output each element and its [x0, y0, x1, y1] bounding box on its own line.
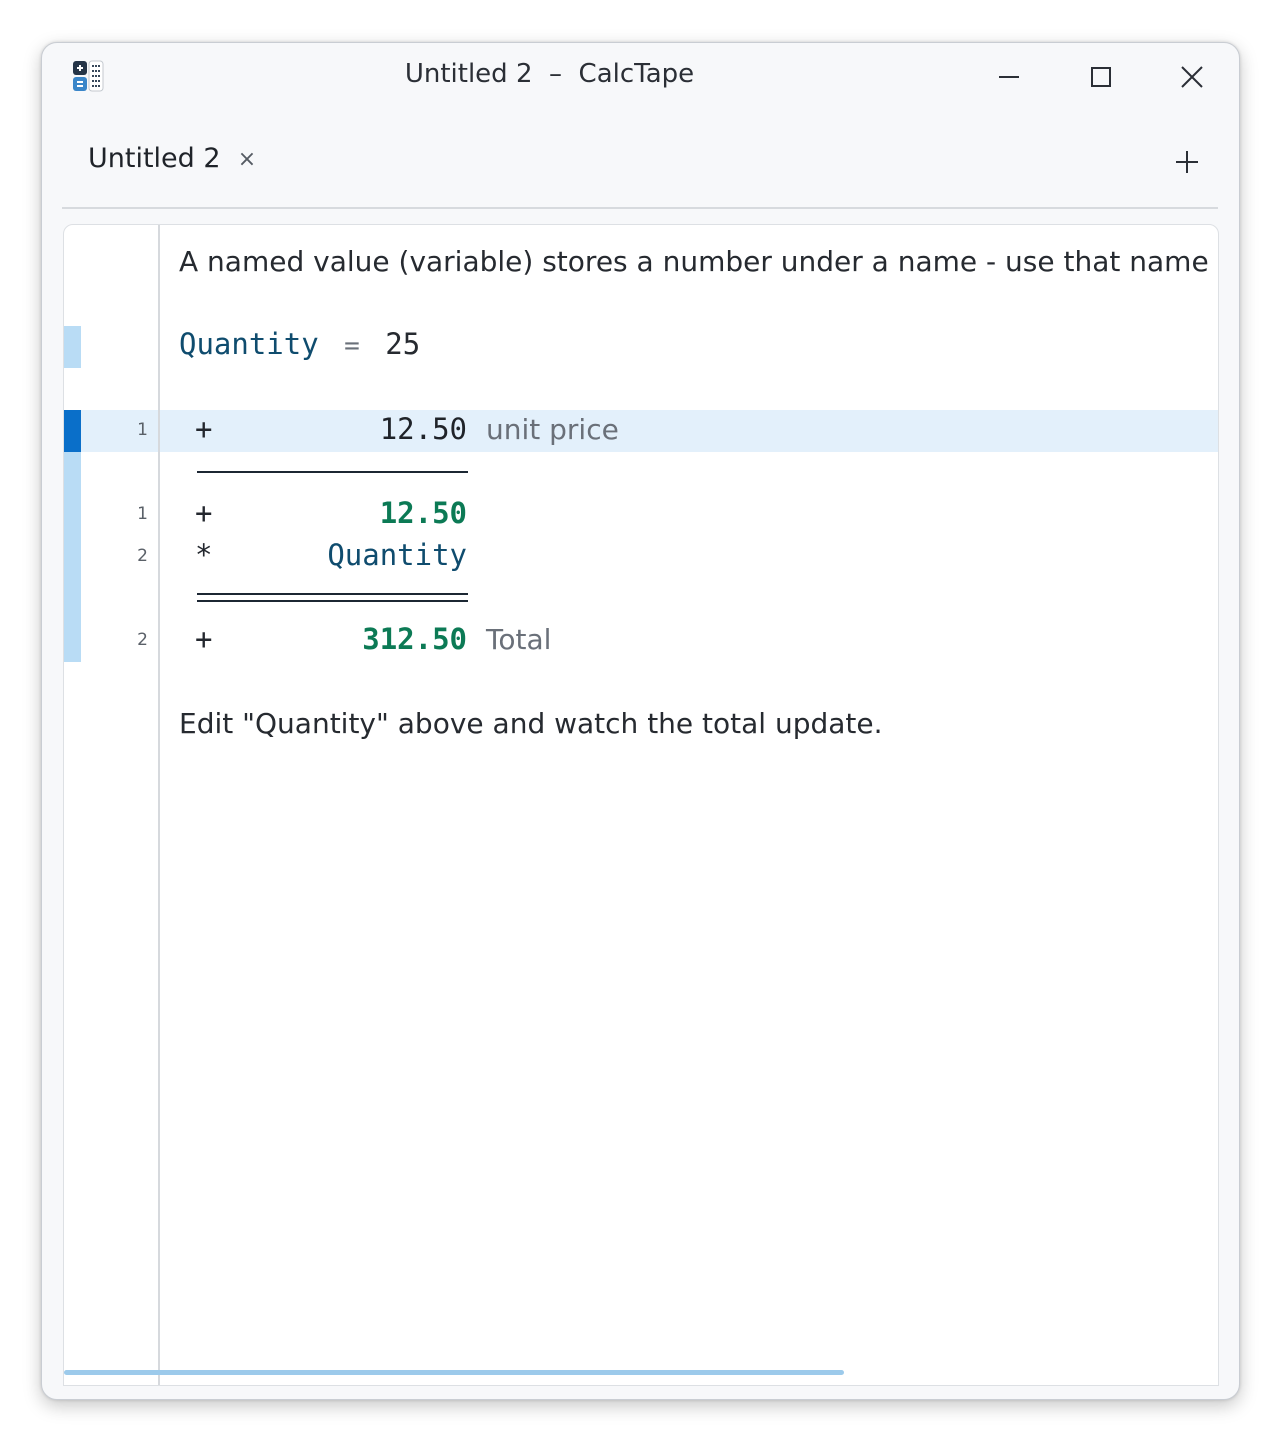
horizontal-scrollbar[interactable] [64, 1370, 844, 1375]
tab-label: Untitled 2 [88, 143, 221, 174]
intro-text[interactable]: A named value (variable) stores a number… [179, 245, 1218, 278]
tape-comment[interactable]: unit price [486, 413, 619, 446]
tab-untitled-2[interactable]: Untitled 2 × [88, 143, 256, 177]
subtotal-rule [197, 471, 468, 473]
variable-line[interactable]: Quantity = 25 [179, 327, 420, 361]
variable-margin-marker [64, 326, 81, 368]
tab-close-icon[interactable]: × [234, 143, 260, 177]
close-window-button[interactable] [1170, 55, 1214, 99]
result-comment[interactable]: Total [486, 623, 551, 656]
close-icon [1181, 66, 1203, 88]
minimize-button[interactable] [987, 55, 1031, 99]
line-number: 1 [137, 504, 148, 524]
tape-variable-reference[interactable]: Quantity [197, 538, 467, 572]
total-rule-top [197, 593, 468, 595]
variable-value: 25 [385, 327, 421, 361]
tape-value[interactable]: 12.50 [197, 412, 467, 446]
line-number: 2 [137, 546, 148, 566]
line-number: 2 [137, 630, 148, 650]
window-title: Untitled 2 – CalcTape [404, 59, 695, 89]
gutter-divider [158, 225, 160, 1385]
plus-icon [1176, 151, 1198, 173]
line-number: 1 [137, 420, 148, 440]
tab-bar: Untitled 2 × [62, 109, 1218, 209]
new-tab-button[interactable] [1170, 145, 1204, 179]
footer-text[interactable]: Edit "Quantity" above and watch the tota… [179, 707, 883, 740]
title-bar[interactable]: Untitled 2 – CalcTape [42, 43, 1239, 109]
variable-name: Quantity [179, 327, 319, 361]
tape-value[interactable]: 12.50 [197, 496, 467, 530]
app-window: Untitled 2 – CalcTape Untitled 2 × A nam… [41, 42, 1240, 1400]
total-rule-bottom [197, 600, 468, 602]
maximize-button[interactable] [1079, 55, 1123, 99]
minimize-icon [999, 76, 1019, 78]
maximize-icon [1091, 67, 1111, 87]
tape-margin-marker [64, 452, 81, 662]
equals-sign: = [344, 331, 360, 361]
editor-panel[interactable]: A named value (variable) stores a number… [63, 224, 1219, 1386]
current-line-margin-marker [64, 410, 81, 452]
result-value[interactable]: 312.50 [197, 622, 467, 656]
